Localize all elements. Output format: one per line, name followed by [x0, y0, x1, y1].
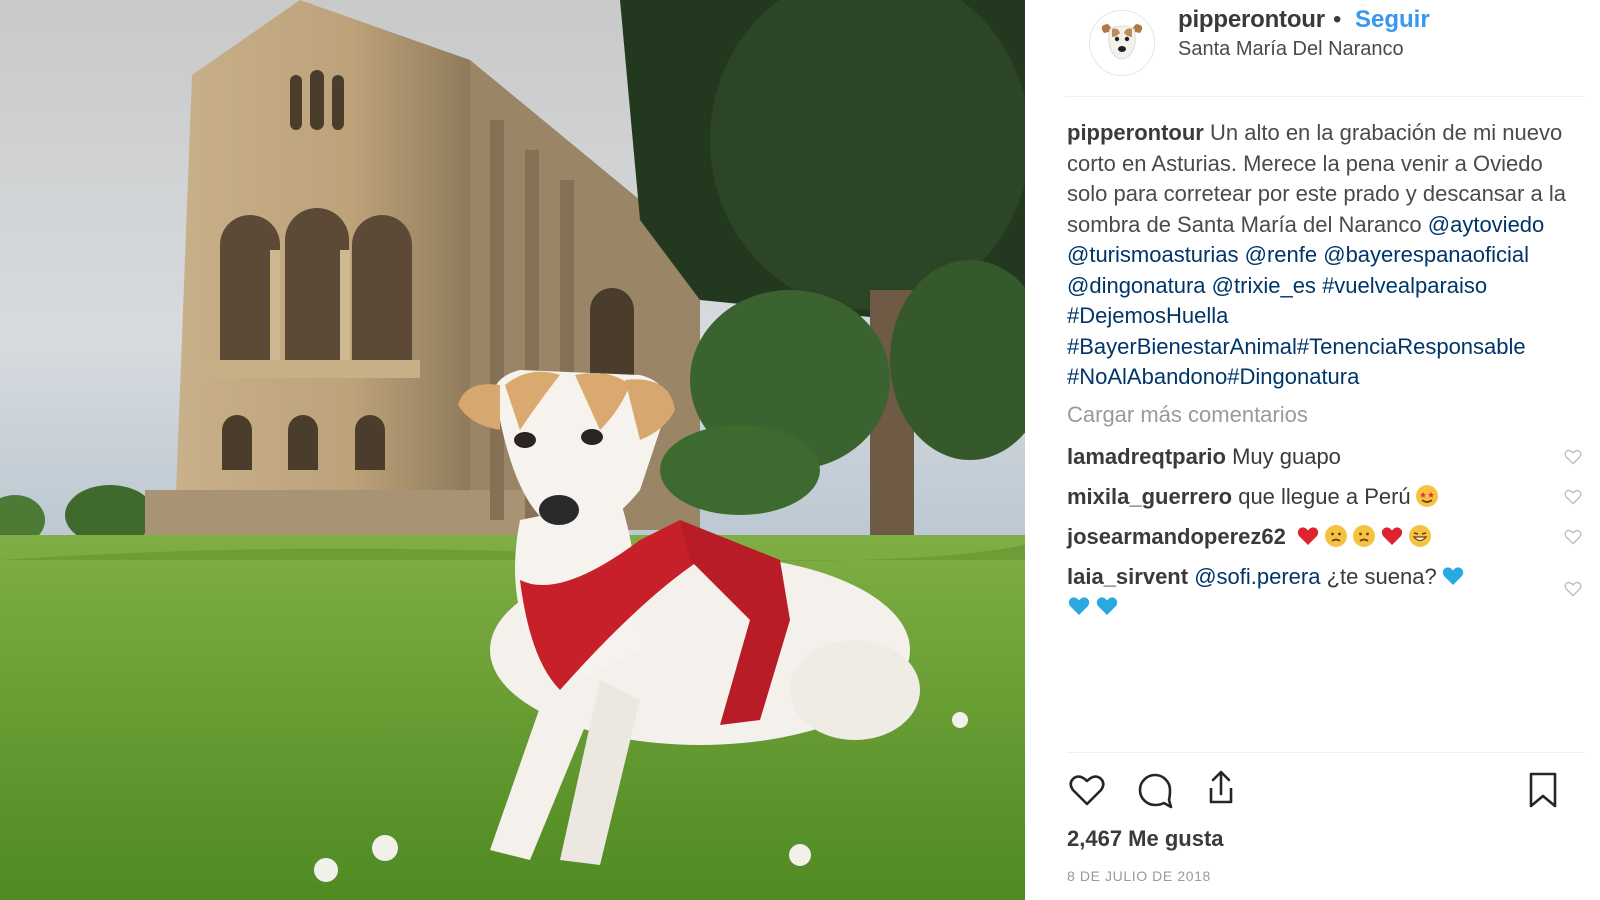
- comment-icon[interactable]: [1135, 770, 1175, 810]
- mention-link[interactable]: @renfe: [1245, 242, 1317, 267]
- post-username[interactable]: pipperontour: [1178, 6, 1325, 34]
- hashtag-link[interactable]: #Dingonatura: [1227, 364, 1359, 389]
- comment-text: Muy guapo: [1232, 444, 1341, 469]
- comment-username[interactable]: lamadreqtpario: [1067, 444, 1226, 469]
- separator-dot: •: [1333, 6, 1342, 33]
- like-comment-icon[interactable]: [1563, 527, 1583, 547]
- actions-divider: [1067, 752, 1585, 753]
- comment-username[interactable]: laia_sirvent: [1067, 564, 1188, 589]
- share-icon[interactable]: [1201, 768, 1241, 808]
- comment-mention[interactable]: @sofi.perera: [1194, 564, 1320, 589]
- like-count[interactable]: 2,467 Me gusta: [1067, 826, 1224, 852]
- load-more-comments-button[interactable]: Cargar más comentarios: [1067, 402, 1308, 428]
- caption-username[interactable]: pipperontour: [1067, 120, 1204, 145]
- sad-face-emoji-icon: [1353, 525, 1375, 547]
- comment-username[interactable]: josearmandoperez62: [1067, 524, 1286, 549]
- post-location[interactable]: Santa María Del Naranco: [1178, 38, 1404, 61]
- hashtag-link[interactable]: #NoAlAbandono: [1067, 364, 1227, 389]
- blue-heart-emoji-icon: [1068, 597, 1090, 615]
- like-comment-icon[interactable]: [1563, 579, 1583, 599]
- like-comment-icon[interactable]: [1563, 487, 1583, 507]
- dog-avatar-icon: [1101, 24, 1143, 60]
- comment-username[interactable]: mixila_guerrero: [1067, 484, 1232, 509]
- follow-button[interactable]: Seguir: [1355, 6, 1430, 34]
- blue-heart-emoji-icon: [1096, 597, 1118, 615]
- hashtag-link[interactable]: #BayerBienestarAnimal: [1067, 334, 1297, 359]
- grin-sweat-emoji-icon: [1409, 525, 1431, 547]
- mention-link[interactable]: @trixie_es: [1212, 273, 1316, 298]
- like-comment-icon[interactable]: [1563, 447, 1583, 467]
- star-struck-emoji-icon: [1415, 485, 1438, 507]
- heart-icon[interactable]: [1067, 770, 1107, 810]
- comment-item: josearmandoperez62: [1067, 522, 1587, 552]
- mention-link[interactable]: @aytoviedo: [1428, 212, 1545, 237]
- photo-dog-church: [0, 0, 1025, 900]
- comment-item: mixila_guerrero que llegue a Perú: [1067, 482, 1587, 512]
- comment-text: que llegue a Perú: [1238, 484, 1411, 509]
- blue-heart-emoji-icon: [1442, 567, 1463, 585]
- comment-list: lamadreqtpario Muy guapo mixila_guerrero…: [1067, 442, 1587, 632]
- hashtag-link[interactable]: #DejemosHuella: [1067, 303, 1228, 328]
- comment-item: laia_sirvent @sofi.perera ¿te suena?: [1067, 562, 1587, 622]
- post-header: pipperontour • Seguir Santa María Del Na…: [1065, 0, 1585, 97]
- bookmark-icon[interactable]: [1523, 770, 1563, 810]
- hashtag-link[interactable]: #vuelvealparaiso: [1322, 273, 1487, 298]
- mention-link[interactable]: @dingonatura: [1067, 273, 1206, 298]
- post-sidebar: pipperontour • Seguir Santa María Del Na…: [1025, 0, 1600, 900]
- post-caption: pipperontour Un alto en la grabación de …: [1067, 118, 1587, 393]
- mention-link[interactable]: @turismoasturias: [1067, 242, 1239, 267]
- comment-text: ¿te suena?: [1326, 564, 1437, 589]
- avatar[interactable]: [1089, 10, 1155, 76]
- red-heart-emoji-icon: [1297, 527, 1319, 545]
- post-date[interactable]: 8 DE JULIO DE 2018: [1067, 868, 1211, 884]
- hashtag-link[interactable]: #TenenciaResponsable: [1297, 334, 1526, 359]
- post-photo[interactable]: [0, 0, 1025, 900]
- sad-face-emoji-icon: [1325, 525, 1347, 547]
- mention-link[interactable]: @bayerespanaoficial: [1323, 242, 1529, 267]
- red-heart-emoji-icon: [1381, 527, 1403, 545]
- comment-item: lamadreqtpario Muy guapo: [1067, 442, 1587, 472]
